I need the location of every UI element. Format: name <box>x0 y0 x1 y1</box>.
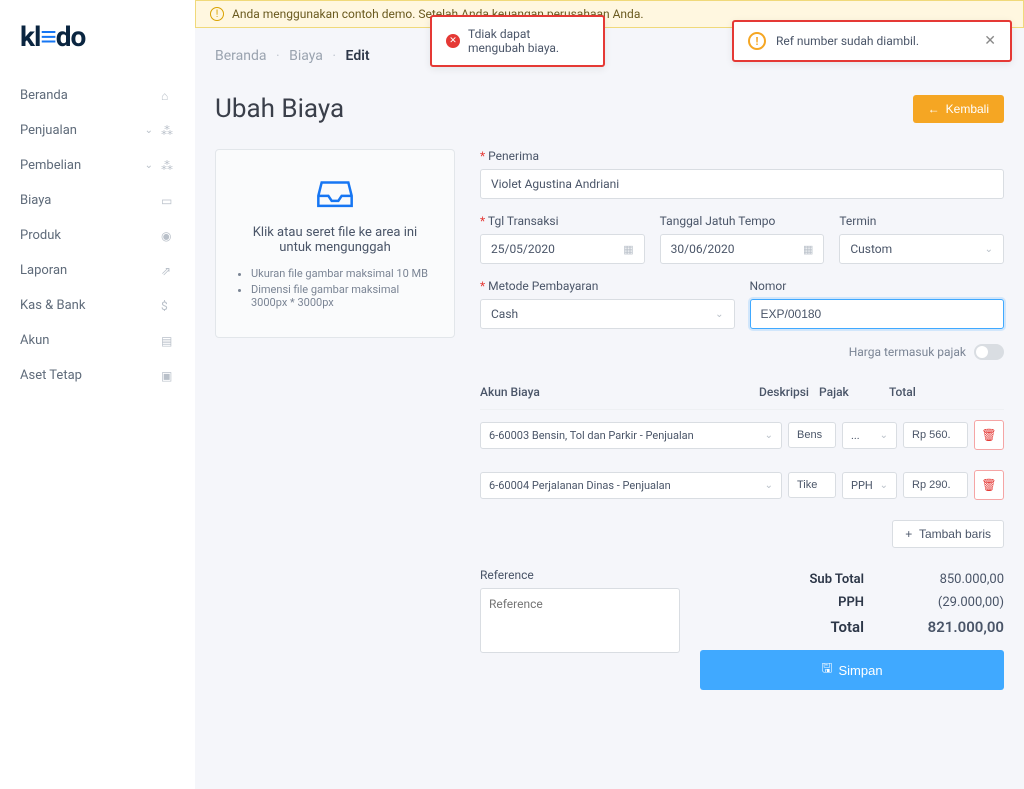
termin-label: Termin <box>839 214 1004 228</box>
calendar-icon: ▦ <box>803 243 813 256</box>
nav-akun[interactable]: Akun▤ <box>12 323 183 358</box>
tgl-input[interactable]: 25/05/2020▦ <box>480 234 645 264</box>
reference-label: Reference <box>480 568 680 582</box>
back-button[interactable]: ← Kembali <box>913 95 1004 123</box>
metode-label: Metode Pembayaran <box>480 279 735 293</box>
pajak-select[interactable]: ...⌄ <box>842 422 897 449</box>
nav-penjualan[interactable]: Penjualan⌄⁂ <box>12 113 183 148</box>
akun-select[interactable]: 6-60003 Bensin, Tol dan Parkir - Penjual… <box>480 422 782 449</box>
jatuh-input[interactable]: 30/06/2020▦ <box>660 234 825 264</box>
akun-select[interactable]: 6-60004 Perjalanan Dinas - Penjualan⌄ <box>480 472 782 499</box>
trash-icon: 🗑 <box>981 478 996 492</box>
nomor-label: Nomor <box>750 279 1005 293</box>
nomor-input[interactable] <box>750 299 1005 329</box>
jatuh-label: Tanggal Jatuh Tempo <box>660 214 825 228</box>
total-value: 821.000,00 <box>904 618 1004 636</box>
table-row: 6-60003 Bensin, Tol dan Parkir - Penjual… <box>480 410 1004 460</box>
total-label: Total <box>830 618 864 636</box>
chevron-down-icon: ⌄ <box>715 309 723 320</box>
total-input[interactable] <box>903 472 968 498</box>
warning-icon: ! <box>748 32 766 50</box>
nav-beranda[interactable]: Beranda⌂ <box>12 78 183 113</box>
delete-row-button[interactable]: 🗑 <box>974 470 1004 500</box>
subtotal-value: 850.000,00 <box>904 572 1004 587</box>
trash-icon: 🗑 <box>981 428 996 442</box>
error-icon: ✕ <box>446 34 460 48</box>
error-popup-biaya: ✕ Tdiak dapat mengubah biaya. <box>430 15 605 67</box>
nav: Beranda⌂ Penjualan⌄⁂ Pembelian⌄⁂ Biaya▭ … <box>12 78 183 393</box>
logo[interactable]: kl≡do <box>12 20 183 53</box>
table-header: Akun Biaya Deskripsi Pajak Total <box>480 375 1004 410</box>
save-button[interactable]: 🖫Simpan <box>700 650 1004 690</box>
crumb-beranda[interactable]: Beranda <box>215 48 266 64</box>
table-row: 6-60004 Perjalanan Dinas - Penjualan⌄ PP… <box>480 460 1004 510</box>
delete-row-button[interactable]: 🗑 <box>974 420 1004 450</box>
nav-pembelian[interactable]: Pembelian⌄⁂ <box>12 148 183 183</box>
metode-select[interactable]: Cash⌄ <box>480 299 735 329</box>
page-title: Ubah Biaya <box>215 94 344 124</box>
desk-input[interactable] <box>788 472 836 498</box>
nav-biaya[interactable]: Biaya▭ <box>12 183 183 218</box>
info-icon: ! <box>210 7 224 21</box>
desk-input[interactable] <box>788 422 836 448</box>
reference-textarea[interactable] <box>480 588 680 653</box>
nav-kasbank[interactable]: Kas & Bank$ <box>12 288 183 323</box>
nav-laporan[interactable]: Laporan⇗ <box>12 253 183 288</box>
upload-dropzone[interactable]: Klik atau seret file ke area ini untuk m… <box>215 149 455 338</box>
inbox-icon <box>315 175 355 210</box>
penerima-select[interactable]: Violet Agustina Andriani <box>480 169 1004 199</box>
crumb-biaya[interactable]: Biaya <box>289 48 323 64</box>
add-row-button[interactable]: + Tambah baris <box>892 520 1004 548</box>
nav-aset[interactable]: Aset Tetap▣ <box>12 358 183 393</box>
chevron-down-icon: ⌄ <box>985 244 993 255</box>
tax-toggle-label: Harga termasuk pajak <box>849 345 966 359</box>
pph-label: PPH <box>838 595 864 610</box>
save-icon: 🖫 <box>821 659 832 681</box>
tax-toggle[interactable] <box>974 344 1004 360</box>
chevron-down-icon: ⌄ <box>145 125 153 136</box>
crumb-current: Edit <box>346 48 370 64</box>
close-icon[interactable]: ✕ <box>984 33 996 49</box>
sidebar: kl≡do Beranda⌂ Penjualan⌄⁂ Pembelian⌄⁂ B… <box>0 0 195 789</box>
pajak-select[interactable]: PPH⌄ <box>842 472 897 499</box>
tgl-label: Tgl Transaksi <box>480 214 645 228</box>
termin-select[interactable]: Custom⌄ <box>839 234 1004 264</box>
subtotal-label: Sub Total <box>810 572 865 587</box>
error-popup-refnumber: ! Ref number sudah diambil. ✕ <box>732 20 1012 62</box>
penerima-label: Penerima <box>480 149 1004 163</box>
total-input[interactable] <box>903 422 968 448</box>
nav-produk[interactable]: Produk◉ <box>12 218 183 253</box>
calendar-icon: ▦ <box>623 243 633 256</box>
arrow-left-icon: ← <box>928 102 940 116</box>
upload-title: Klik atau seret file ke area ini untuk m… <box>236 225 434 255</box>
upload-hints: Ukuran file gambar maksimal 10 MB Dimens… <box>236 267 434 309</box>
main: ! Anda menggunakan contoh demo. Setelah … <box>195 0 1024 789</box>
chevron-down-icon: ⌄ <box>145 160 153 171</box>
pph-value: (29.000,00) <box>904 595 1004 610</box>
